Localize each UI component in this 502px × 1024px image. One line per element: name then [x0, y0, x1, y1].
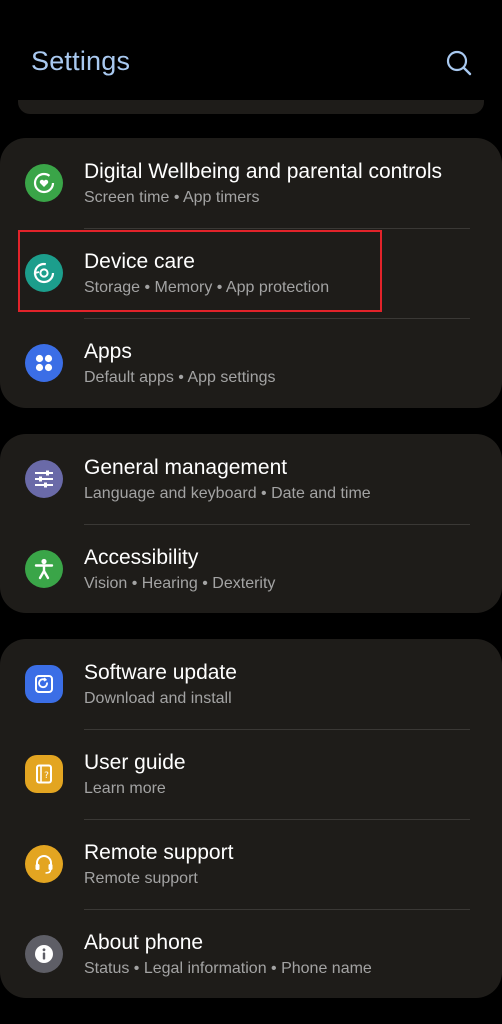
settings-group-3: Software update Download and install ? U… [0, 639, 502, 998]
app-header: Settings [0, 0, 502, 110]
setting-remote-support[interactable]: Remote support Remote support [0, 819, 502, 909]
highlight-box [18, 230, 382, 312]
setting-subtitle: Learn more [84, 780, 166, 797]
software-update-icon [25, 665, 63, 703]
digital-wellbeing-icon [25, 164, 63, 202]
setting-digital-wellbeing[interactable]: Digital Wellbeing and parental controls … [0, 138, 502, 228]
setting-user-guide[interactable]: ? User guide Learn more [0, 729, 502, 819]
general-management-icon [25, 460, 63, 498]
apps-icon [25, 344, 63, 382]
setting-subtitle: Remote support [84, 870, 198, 887]
setting-subtitle: Language and keyboard • Date and time [84, 485, 371, 502]
search-icon [446, 50, 472, 76]
accessibility-icon [25, 550, 63, 588]
setting-subtitle: Default apps • App settings [84, 369, 276, 386]
settings-group-2: General management Language and keyboard… [0, 434, 502, 613]
user-guide-icon: ? [25, 755, 63, 793]
setting-title: Accessibility [84, 546, 199, 569]
setting-title: Remote support [84, 841, 234, 864]
setting-about-phone[interactable]: About phone Status • Legal information •… [0, 909, 502, 999]
setting-subtitle: Vision • Hearing • Dexterity [84, 575, 276, 592]
setting-general-management[interactable]: General management Language and keyboard… [0, 434, 502, 524]
setting-subtitle: Download and install [84, 690, 232, 707]
remote-support-icon [25, 845, 63, 883]
svg-text:?: ? [44, 771, 49, 781]
setting-title: About phone [84, 931, 204, 954]
setting-title: Apps [84, 340, 132, 363]
setting-title: Software update [84, 661, 237, 684]
setting-subtitle: Screen time • App timers [84, 189, 260, 206]
page-title: Settings [31, 46, 131, 76]
about-phone-icon [25, 935, 63, 973]
setting-title: General management [84, 456, 288, 479]
setting-accessibility[interactable]: Accessibility Vision • Hearing • Dexteri… [0, 524, 502, 614]
setting-subtitle: Status • Legal information • Phone name [84, 960, 372, 977]
scroll-edge [18, 100, 484, 114]
setting-title: Digital Wellbeing and parental controls [84, 160, 442, 183]
search-button[interactable] [444, 48, 474, 78]
setting-title: User guide [84, 751, 186, 774]
setting-software-update[interactable]: Software update Download and install [0, 639, 502, 729]
setting-apps[interactable]: Apps Default apps • App settings [0, 318, 502, 408]
